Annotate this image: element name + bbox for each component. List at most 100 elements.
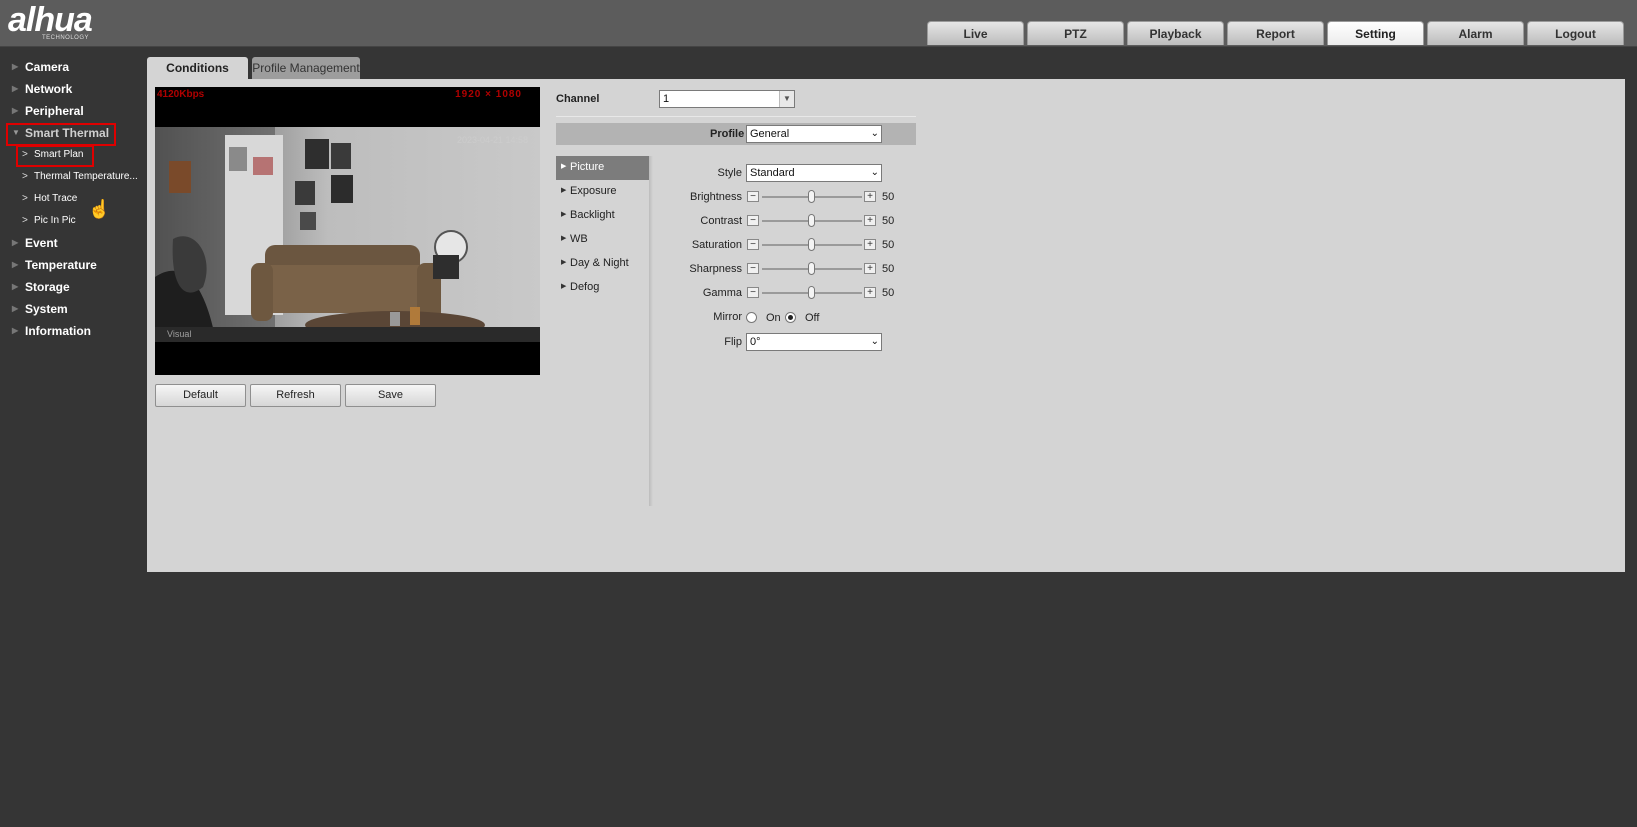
plus-icon[interactable]: +: [864, 215, 876, 226]
mirror-off-label: Off: [805, 312, 820, 324]
sidebar-item-temperature[interactable]: ▶ Temperature: [0, 254, 145, 276]
saturation-slider[interactable]: − +: [747, 238, 879, 252]
osd-timestamp: 2023-04-21 14:58: [456, 135, 528, 145]
channel-select[interactable]: 1 ▼: [659, 90, 795, 108]
sidebar-subitem-thermal-temperature[interactable]: > Thermal Temperature...: [0, 166, 145, 188]
video-preview: 4120Kbps 1920 × 1080 2023-04-21 14:58 Vi…: [155, 87, 540, 375]
dropdown-arrow-icon: ⌄: [870, 128, 879, 139]
menu-item-backlight[interactable]: ▶ Backlight: [556, 204, 650, 228]
style-select[interactable]: Standard ⌄: [746, 164, 882, 182]
sidebar-subitem-pic-in-pic[interactable]: > Pic In Pic: [0, 210, 145, 232]
contrast-slider[interactable]: − +: [747, 214, 879, 228]
collapsed-arrow-icon: ▶: [12, 304, 19, 313]
nav-tab-live[interactable]: Live: [927, 21, 1024, 45]
collapsed-arrow-icon: ▶: [12, 282, 19, 291]
collapsed-arrow-icon: ▶: [12, 62, 19, 71]
sidebar-item-peripheral[interactable]: ▶ Peripheral: [0, 100, 145, 122]
menu-item-exposure[interactable]: ▶ Exposure: [556, 180, 650, 204]
flip-select[interactable]: 0° ⌄: [746, 333, 882, 351]
profile-select-value: General: [750, 128, 790, 140]
default-button[interactable]: Default: [155, 384, 246, 407]
plus-icon[interactable]: +: [864, 239, 876, 250]
mirror-on-radio[interactable]: [746, 312, 757, 323]
sidebar-item-system[interactable]: ▶ System: [0, 298, 145, 320]
menu-item-day-night[interactable]: ▶ Day & Night: [556, 252, 650, 276]
contrast-label: Contrast: [700, 215, 742, 227]
highlight-box-smart-plan: [16, 145, 94, 167]
slider-thumb[interactable]: [808, 214, 815, 227]
sidebar-subitem-label: Hot Trace: [34, 193, 78, 204]
slider-thumb[interactable]: [808, 286, 815, 299]
style-select-value: Standard: [750, 167, 795, 179]
minus-icon[interactable]: −: [747, 215, 759, 226]
osd-visual-label: Visual: [167, 329, 192, 339]
highlight-box-smart-thermal: [6, 123, 116, 146]
gamma-slider[interactable]: − +: [747, 286, 879, 300]
minus-icon[interactable]: −: [747, 239, 759, 250]
saturation-label: Saturation: [691, 239, 742, 251]
sidebar-item-event[interactable]: ▶ Event: [0, 232, 145, 254]
nav-tab-report[interactable]: Report: [1227, 21, 1324, 45]
collapsed-arrow-icon: ▶: [12, 238, 19, 247]
sidebar-item-label: System: [25, 302, 68, 316]
save-button[interactable]: Save: [345, 384, 436, 407]
menu-item-label: Picture: [570, 161, 605, 173]
tab-conditions[interactable]: Conditions: [147, 57, 248, 79]
slider-thumb[interactable]: [808, 262, 815, 275]
menu-item-picture[interactable]: ▶ Picture: [556, 156, 650, 180]
collapsed-arrow-icon: ▶: [12, 260, 19, 269]
sharpness-label: Sharpness: [689, 263, 742, 275]
brightness-slider[interactable]: − +: [747, 190, 879, 204]
settings-menu: ▶ Picture ▶ Exposure ▶ Backlight ▶ WB ▶ Day &…: [556, 156, 650, 300]
sidebar-item-label: Camera: [25, 60, 70, 74]
minus-icon[interactable]: −: [747, 263, 759, 274]
menu-item-label: Backlight: [570, 209, 615, 221]
refresh-button[interactable]: Refresh: [250, 384, 341, 407]
sidebar-item-camera[interactable]: ▶ Camera: [0, 56, 145, 78]
nav-tab-alarm[interactable]: Alarm: [1427, 21, 1524, 45]
menu-item-wb[interactable]: ▶ WB: [556, 228, 650, 252]
nav-tab-logout[interactable]: Logout: [1527, 21, 1624, 45]
brightness-value: 50: [882, 191, 895, 203]
plus-icon[interactable]: +: [864, 191, 876, 202]
profile-label: Profile: [710, 128, 745, 140]
slider-thumb[interactable]: [808, 238, 815, 251]
dropdown-arrow-icon: ⌄: [870, 336, 879, 347]
dropdown-arrow-icon: ⌄: [870, 167, 879, 178]
menu-item-label: WB: [570, 233, 588, 245]
sidebar-item-storage[interactable]: ▶ Storage: [0, 276, 145, 298]
plus-icon[interactable]: +: [864, 263, 876, 274]
sidebar-item-label: Event: [25, 236, 58, 250]
mirror-off-radio[interactable]: [785, 312, 796, 323]
nav-tab-playback[interactable]: Playback: [1127, 21, 1224, 45]
flip-select-value: 0°: [750, 336, 761, 348]
nav-tab-setting[interactable]: Setting: [1327, 21, 1424, 45]
camera-scene-image: [155, 127, 540, 342]
nav-tab-ptz[interactable]: PTZ: [1027, 21, 1124, 45]
minus-icon[interactable]: −: [747, 287, 759, 298]
menu-item-label: Day & Night: [570, 257, 629, 269]
mirror-label: Mirror: [713, 311, 742, 323]
profile-select[interactable]: General ⌄: [746, 125, 882, 143]
sidebar-item-network[interactable]: ▶ Network: [0, 78, 145, 100]
brightness-label: Brightness: [690, 191, 742, 203]
menu-item-label: Defog: [570, 281, 600, 293]
sidebar-subitem-hot-trace[interactable]: > Hot Trace: [0, 188, 145, 210]
sharpness-slider[interactable]: − +: [747, 262, 879, 276]
collapsed-arrow-icon: ▶: [12, 326, 19, 335]
triangle-right-icon: ▶: [561, 259, 567, 266]
sidebar-item-label: Storage: [25, 280, 70, 294]
tab-profile-management[interactable]: Profile Management: [252, 57, 360, 79]
minus-icon[interactable]: −: [747, 191, 759, 202]
sidebar-item-information[interactable]: ▶ Information: [0, 320, 145, 342]
sidebar-item-label: Peripheral: [25, 104, 84, 118]
slider-thumb[interactable]: [808, 190, 815, 203]
logo-subtitle: TECHNOLOGY: [42, 35, 90, 41]
channel-select-value: 1: [663, 93, 670, 105]
contrast-value: 50: [882, 215, 895, 227]
sidebar-item-label: Network: [25, 82, 73, 96]
chevron-right-icon: >: [22, 193, 28, 204]
menu-item-defog[interactable]: ▶ Defog: [556, 276, 650, 300]
sidebar-subitem-label: Pic In Pic: [34, 215, 76, 226]
plus-icon[interactable]: +: [864, 287, 876, 298]
